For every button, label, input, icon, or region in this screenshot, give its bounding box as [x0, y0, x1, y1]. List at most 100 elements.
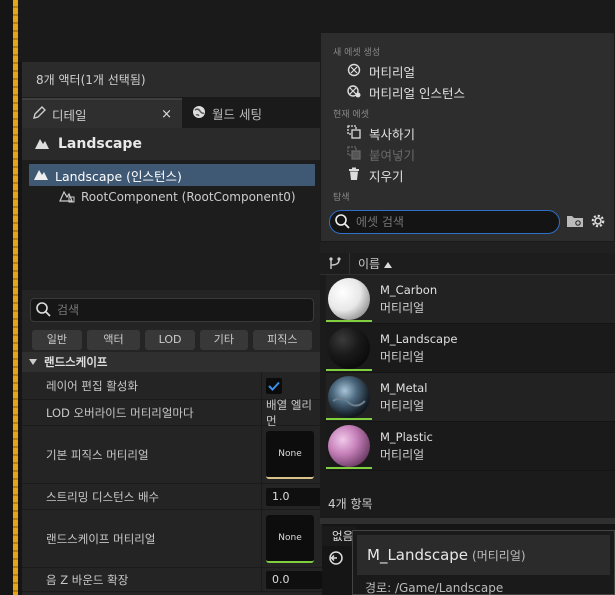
prop-landscape-material: 랜드스케이프 머티리얼 None: [22, 510, 322, 568]
asset-row[interactable]: M_Carbon 머티리얼: [326, 275, 615, 324]
prop-label: 스트리밍 디스턴스 배수: [22, 484, 262, 509]
prop-label: 레이어 편집 활성화: [22, 372, 262, 399]
tooltip-title: M_Landscape: [367, 546, 469, 564]
asset-search-box[interactable]: [329, 210, 560, 234]
details-tab-bar: 디테일 × 월드 세팅: [22, 98, 322, 128]
globe-icon: [192, 105, 206, 122]
tab-details-label: 디테일: [52, 107, 87, 123]
tree-item-landscape[interactable]: Landscape (인스턴스): [29, 164, 315, 186]
asset-tooltip: M_Landscape (머티리얼) 경로: /Game/Landscape: [352, 530, 615, 595]
asset-type: 머티리얼: [380, 398, 425, 413]
menu-heading-current: 현재 에셋: [333, 110, 369, 120]
prop-label: 기본 피직스 머티리얼: [22, 426, 262, 483]
details-search-input[interactable]: [57, 303, 297, 317]
tree-item-label: Landscape (인스턴스): [55, 168, 182, 184]
chevron-down-icon: [28, 355, 38, 369]
asset-name: M_Landscape: [380, 331, 458, 346]
asset-list-header: 이름: [320, 252, 615, 275]
prop-streaming: 스트리밍 디스턴스 배수 1.0: [22, 484, 322, 510]
tab-details[interactable]: 디테일 ×: [22, 98, 182, 128]
asset-type: 머티리얼: [380, 300, 425, 315]
material-dropdown[interactable]: 없음: [322, 526, 356, 546]
trash-icon: [347, 167, 361, 184]
section-label: 랜드스케이프: [44, 355, 108, 369]
gear-icon[interactable]: [590, 213, 606, 232]
asset-picker-menu: 새 에셋 생성 머티리얼 머티리얼 인스턴스 현재 에셋 복사하기 붙여넣기 지…: [320, 32, 615, 242]
section-landscape[interactable]: 랜드스케이프: [22, 352, 322, 372]
viewport-border-strip: [13, 0, 18, 595]
asset-search-input[interactable]: [356, 215, 536, 229]
menu-heading-browse: 탐색: [333, 193, 350, 203]
actor-count-label: 8개 액터(1개 선택됨): [22, 62, 322, 98]
filter-general-button[interactable]: 일반: [32, 330, 82, 350]
prop-label: 랜드스케이프 머티리얼: [22, 510, 262, 567]
pencil-icon: [32, 105, 46, 123]
asset-list-panel: 이름 M_Carbon 머티리얼 M_Landscape 머티리얼 M_Meta…: [320, 242, 615, 524]
sort-ascending-icon: [384, 257, 393, 271]
folder-icon[interactable]: [566, 214, 584, 231]
filter-buttons: 일반 액터 LOD 기타 피직스: [22, 326, 322, 352]
paste-icon: [347, 146, 361, 163]
filter-actor-button[interactable]: 액터: [86, 330, 141, 350]
material-thumbnail: [326, 374, 372, 420]
search-icon: [35, 301, 51, 320]
menu-item-paste[interactable]: 붙여넣기: [321, 144, 614, 165]
asset-row[interactable]: M_Landscape 머티리얼: [326, 324, 615, 373]
menu-item-copy[interactable]: 복사하기: [321, 123, 614, 144]
tooltip-title-row: M_Landscape (머티리얼): [357, 535, 610, 575]
material-instance-icon: [347, 84, 361, 101]
asset-name: M_Metal: [380, 380, 428, 395]
landscape-icon: [33, 167, 49, 184]
asset-list: M_Carbon 머티리얼 M_Landscape 머티리얼 M_Metal 머…: [326, 275, 615, 471]
menu-heading-create: 새 에셋 생성: [333, 48, 381, 58]
search-icon: [334, 213, 350, 232]
source-filter-icon[interactable]: [320, 252, 350, 275]
details-panel: 8개 액터(1개 선택됨) 디테일 × 월드 세팅 Landscape Land…: [22, 62, 322, 595]
details-search-wrap: [22, 298, 322, 326]
component-tree: Landscape (인스턴스) RootComponent (RootComp…: [22, 160, 322, 290]
copy-icon: [347, 125, 361, 142]
filter-misc-button[interactable]: 기타: [199, 330, 248, 350]
tooltip-type: (머티리얼): [472, 548, 526, 563]
tree-item-root-component[interactable]: RootComponent (RootComponent0): [29, 186, 315, 208]
neg-z-value-input[interactable]: 0.0: [266, 570, 322, 589]
tab-world-settings-label: 월드 세팅: [212, 106, 262, 122]
lod-override-value: 배열 엘리먼: [262, 398, 322, 428]
layer-edit-checkbox[interactable]: [266, 377, 282, 394]
column-header-name[interactable]: 이름: [350, 255, 393, 272]
asset-name: M_Carbon: [380, 282, 438, 297]
menu-item-material[interactable]: 머티리얼: [321, 61, 614, 82]
landscape-icon: [34, 136, 50, 153]
asset-name: M_Plastic: [380, 429, 433, 444]
asset-row[interactable]: M_Plastic 머티리얼: [326, 422, 615, 471]
streaming-value-input[interactable]: 1.0: [266, 487, 322, 506]
reset-arrow-icon[interactable]: [328, 550, 344, 569]
tree-item-label: RootComponent (RootComponent0): [81, 190, 296, 204]
prop-label: LOD 오버라이드 머티리얼마다: [22, 400, 262, 425]
details-title: Landscape: [58, 136, 142, 152]
material-thumbnail: [326, 276, 372, 322]
prop-neg-z: 음 Z 바운드 확장 0.0: [22, 568, 322, 592]
phys-material-thumbnail[interactable]: None: [266, 430, 314, 479]
asset-count: 4개 항목: [328, 497, 373, 511]
close-icon[interactable]: ×: [161, 107, 172, 122]
tooltip-path: 경로: /Game/Landscape: [365, 581, 504, 595]
landscape-material-thumbnail[interactable]: None: [266, 514, 314, 563]
prop-phys-material: 기본 피직스 머티리얼 None: [22, 426, 322, 484]
asset-search-row: [321, 210, 614, 234]
material-thumbnail: [326, 325, 372, 371]
filter-physics-button[interactable]: 피직스: [252, 330, 312, 350]
asset-row[interactable]: M_Metal 머티리얼: [326, 373, 615, 422]
details-title-row: Landscape: [22, 128, 322, 160]
tab-world-settings[interactable]: 월드 세팅: [182, 98, 272, 128]
asset-type: 머티리얼: [380, 349, 425, 364]
prop-label: 음 Z 바운드 확장: [22, 568, 262, 591]
menu-item-clear[interactable]: 지우기: [321, 165, 614, 186]
menu-item-material-instance[interactable]: 머티리얼 인스턴스: [321, 82, 614, 103]
prop-lod-override: LOD 오버라이드 머티리얼마다 배열 엘리먼: [22, 398, 322, 428]
material-icon: [347, 63, 361, 80]
asset-type: 머티리얼: [380, 447, 425, 462]
details-search-box[interactable]: [30, 298, 314, 322]
filter-lod-button[interactable]: LOD: [145, 330, 195, 350]
material-thumbnail: [326, 423, 372, 469]
